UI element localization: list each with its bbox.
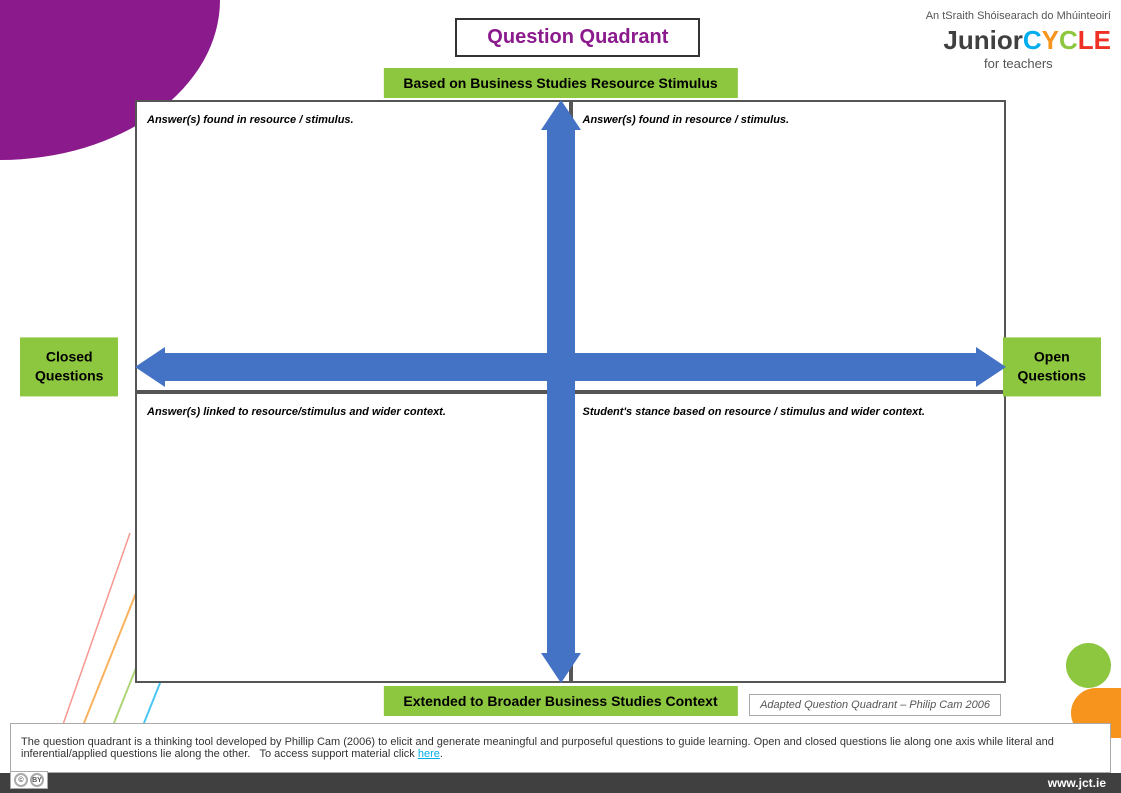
- attribution-text: Adapted Question Quadrant – Philip Cam 2…: [760, 699, 990, 711]
- footer-url: www.jct.ie: [1048, 776, 1106, 790]
- cc-icon: ©: [14, 773, 28, 787]
- cc-license: © BY: [10, 771, 48, 789]
- label-top: Based on Business Studies Resource Stimu…: [383, 68, 737, 98]
- quadrant-top-left-label: Answer(s) found in resource / stimulus.: [147, 114, 354, 126]
- page-title: Question Quadrant: [487, 26, 668, 48]
- horizontal-arrow: [135, 349, 1006, 385]
- quadrant-bottom-right-label: Student's stance based on resource / sti…: [583, 406, 925, 418]
- arrow-right-head: [976, 347, 1006, 387]
- jct-for-teachers: for teachers: [926, 56, 1111, 72]
- arrow-left-head: [135, 347, 165, 387]
- jct-cycle-e: LE: [1078, 25, 1111, 55]
- jct-cycle-c: C: [1023, 25, 1042, 55]
- attribution-box: Adapted Question Quadrant – Philip Cam 2…: [749, 694, 1001, 716]
- arrow-down-head: [541, 653, 581, 683]
- jct-cycle-y: Y: [1042, 25, 1059, 55]
- jct-junior: Junior: [943, 25, 1022, 55]
- label-bottom: Extended to Broader Business Studies Con…: [383, 686, 737, 716]
- description-bar: The question quadrant is a thinking tool…: [10, 723, 1111, 773]
- description-text: The question quadrant is a thinking tool…: [21, 736, 1100, 760]
- label-right-open: Open Questions: [1003, 337, 1101, 396]
- arrow-h-shaft: [165, 353, 976, 381]
- arrow-v-shaft: [547, 130, 575, 653]
- jct-brand: JuniorCYCLE: [926, 25, 1111, 56]
- footer-bar: www.jct.ie: [0, 773, 1121, 793]
- vertical-arrow: [543, 100, 579, 683]
- cc-by-icon: BY: [30, 773, 44, 787]
- jct-logo: An tSraith Shóisearach do Mhúinteoirí Ju…: [926, 10, 1111, 72]
- quadrant-top-right-label: Answer(s) found in resource / stimulus.: [583, 114, 790, 126]
- here-link[interactable]: here: [418, 748, 440, 760]
- title-box: Question Quadrant: [455, 18, 700, 57]
- cc-box: © BY: [10, 771, 48, 789]
- quadrant-bottom-left: Answer(s) linked to resource/stimulus an…: [135, 392, 571, 684]
- label-left-closed: Closed Questions: [20, 337, 118, 396]
- jct-tagline: An tSraith Shóisearach do Mhúinteoirí: [926, 10, 1111, 23]
- deco-green-circle: [1066, 643, 1111, 688]
- header: Question Quadrant An tSraith Shóisearach…: [230, 10, 1111, 72]
- jct-cycle-cl: C: [1059, 25, 1078, 55]
- arrow-up-head: [541, 100, 581, 130]
- quadrant-bottom-left-label: Answer(s) linked to resource/stimulus an…: [147, 406, 446, 418]
- quadrant-bottom-right: Student's stance based on resource / sti…: [571, 392, 1007, 684]
